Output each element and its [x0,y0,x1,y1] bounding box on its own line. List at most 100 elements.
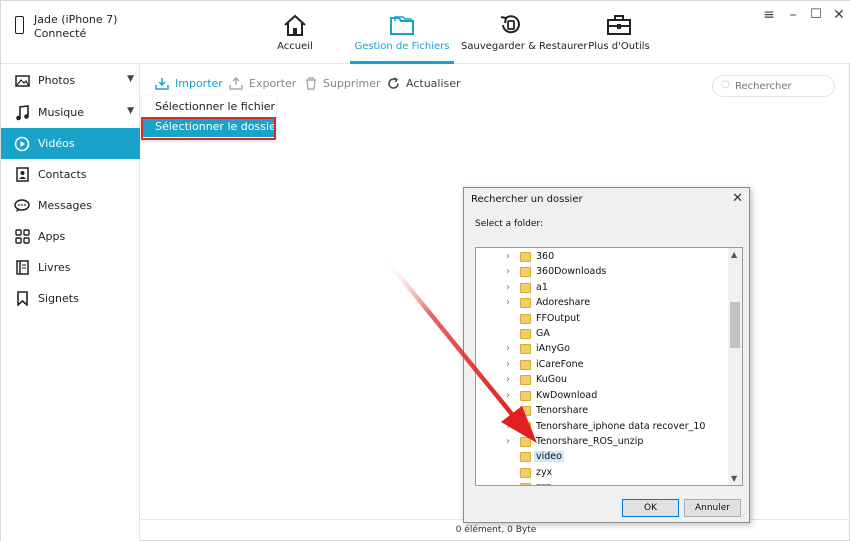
folder-icon [520,252,531,262]
sidebar-item-apps[interactable]: Apps [1,221,140,252]
folder-icon [520,406,531,416]
dialog-subtitle: Select a folder: [475,219,544,229]
chevron-right-icon[interactable]: › [506,343,514,354]
browse-folder-dialog: Rechercher un dossier ✕ Select a folder:… [463,187,750,523]
chevron-right-icon[interactable]: › [506,266,514,277]
sidebar-item-label: Signets [38,292,79,305]
nav-file-manager[interactable]: Gestion de Fichiers [352,11,452,52]
tree-item[interactable]: FFOutput [476,312,730,327]
refresh-icon [387,77,400,90]
scroll-thumb[interactable] [730,302,740,348]
tree-item[interactable]: › iAnyGo [476,342,730,357]
sidebar-item-label: Apps [38,230,66,243]
maximize-icon[interactable]: ☐ [808,7,824,22]
tree-item[interactable]: › KuGou [476,373,730,388]
folder-tree[interactable]: › 360 › 360Downloads › a1 › Adoreshare F… [475,247,743,486]
cancel-button[interactable]: Annuler [684,499,741,517]
folder-icon [520,391,531,401]
tree-item[interactable]: zyx [476,466,730,481]
chevron-right-icon[interactable]: › [506,374,514,385]
resize-grip-icon[interactable]: ⋰ [740,512,747,520]
tree-item[interactable]: › iCareFone [476,358,730,373]
chevron-right-icon[interactable]: › [506,421,514,432]
tree-item[interactable]: › Tenorshare_ROS_unzip [476,435,730,450]
sidebar-item-videos[interactable]: Vidéos [1,128,140,159]
nav-backup[interactable]: Sauvegarder & Restaurer [461,11,587,52]
export-icon [229,77,243,90]
sidebar-item-music[interactable]: Musique ▼ [1,97,140,128]
sidebar-item-label: Vidéos [38,137,75,150]
folder-icon [520,267,531,277]
chevron-right-icon[interactable]: › [506,251,514,262]
tree-item-selected[interactable]: video [476,450,730,465]
chevron-right-icon[interactable]: › [506,297,514,308]
tree-item[interactable]: GA [476,327,730,342]
nav-home-label: Accueil [277,41,313,52]
device-name: Jade (iPhone 7) [34,13,118,26]
sidebar-item-label: Contacts [38,168,87,181]
trash-icon [305,77,317,90]
tree-item[interactable]: › 360Downloads [476,265,730,280]
tree-item[interactable]: › Tenorshare [476,404,730,419]
sidebar-item-contacts[interactable]: Contacts [1,159,140,190]
search-input[interactable] [712,75,835,97]
phone-icon [15,16,24,34]
folder-icon [520,283,531,293]
sidebar-item-label: Musique [38,106,84,119]
chevron-right-icon[interactable]: › [506,390,514,401]
nav-tools[interactable]: Plus d'Outils [569,11,669,52]
search-icon: ○ [721,79,730,90]
chevron-down-icon[interactable]: ▼ [127,74,134,84]
chevron-up-icon[interactable]: ▲ [731,250,737,259]
sidebar-item-bookmarks[interactable]: Signets [1,283,140,314]
sidebar-item-photos[interactable]: Photos ▼ [1,65,140,96]
tree-item[interactable]: zzz [476,481,730,485]
sidebar: Photos ▼ Musique ▼ Vidéos Contacts Messa… [1,64,140,541]
select-file-option[interactable]: Sélectionner le fichier [155,100,275,113]
chevron-down-icon[interactable]: ▼ [127,106,134,116]
chevron-right-icon[interactable]: › [506,359,514,370]
device-status: Connecté [34,27,87,40]
tree-scrollbar[interactable]: ▲ ▼ [728,248,742,485]
chevron-right-icon[interactable]: › [506,405,514,416]
export-label: Exporter [249,77,297,90]
minimize-icon[interactable]: – [785,7,801,23]
ok-button[interactable]: OK [622,499,679,517]
music-icon [14,104,30,121]
nav-file-manager-label: Gestion de Fichiers [354,41,450,52]
refresh-button[interactable]: Actualiser [387,77,461,90]
messages-icon [14,198,30,214]
tree-item[interactable]: › KwDownload [476,389,730,404]
tree-item[interactable]: › a1 [476,281,730,296]
sidebar-item-messages[interactable]: Messages [1,190,140,221]
dialog-title: Rechercher un dossier [471,194,583,205]
folder-icon [520,298,531,308]
delete-label: Supprimer [323,77,381,90]
export-button[interactable]: Exporter [229,77,296,90]
chevron-down-icon[interactable]: ▼ [731,474,737,483]
tree-item[interactable]: › 360 [476,250,730,265]
import-button[interactable]: Importer [155,77,223,90]
nav-home[interactable]: Accueil [245,11,345,52]
import-icon [155,77,169,90]
close-icon[interactable]: ✕ [831,7,847,23]
chevron-right-icon[interactable]: › [506,436,514,447]
bookmark-icon [14,291,30,307]
sidebar-item-label: Livres [38,261,71,274]
import-label: Importer [175,77,223,90]
nav-tools-label: Plus d'Outils [588,41,650,52]
chevron-right-icon[interactable]: › [506,282,514,293]
video-icon [14,136,30,152]
close-icon[interactable]: ✕ [732,191,743,206]
highlight-outline [141,117,276,140]
tree-item[interactable]: › Adoreshare [476,296,730,311]
delete-button[interactable]: Supprimer [305,77,381,90]
sidebar-item-books[interactable]: Livres [1,252,140,283]
menu-icon[interactable]: ≡ [761,7,777,23]
folder-icon [520,422,531,432]
folder-icon [520,468,531,478]
home-icon [284,14,306,36]
folder-icon [520,314,531,324]
tree-item[interactable]: › Tenorshare_iphone data recover_10 [476,420,730,435]
app-window: Jade (iPhone 7) Connecté Accueil Gestion… [0,0,850,541]
